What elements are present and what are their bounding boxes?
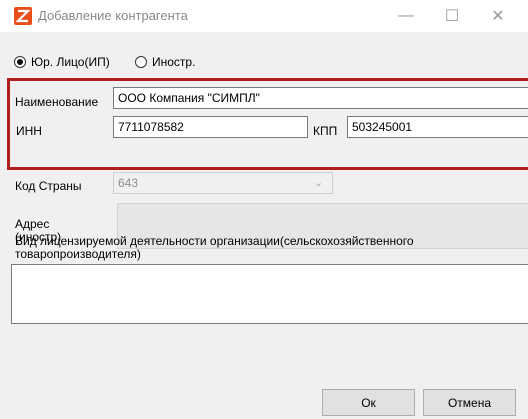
- name-label: Наименование: [15, 95, 99, 109]
- window-title: Добавление контрагента: [38, 8, 188, 23]
- app-logo-icon: [14, 7, 32, 25]
- minimize-button[interactable]: —: [383, 0, 429, 32]
- license-activity-input[interactable]: [11, 264, 528, 324]
- radio-foreign-label[interactable]: Иностр.: [152, 55, 195, 69]
- cancel-button[interactable]: Отмена: [423, 389, 516, 416]
- radio-legal-entity-label[interactable]: Юр. Лицо(ИП): [31, 55, 110, 69]
- chevron-down-icon: ⌄: [314, 177, 324, 189]
- radio-legal-entity[interactable]: [14, 56, 26, 68]
- maximize-button[interactable]: ☐: [429, 0, 475, 32]
- inn-label: ИНН: [16, 124, 42, 138]
- license-activity-label: Вид лицензируемой деятельности организац…: [15, 234, 414, 261]
- close-button[interactable]: ✕: [475, 0, 521, 32]
- radio-foreign[interactable]: [135, 56, 147, 68]
- kpp-input[interactable]: 503245001: [347, 116, 528, 138]
- ok-button[interactable]: Ок: [322, 389, 415, 416]
- name-input[interactable]: ООО Компания "СИМПЛ": [113, 87, 528, 109]
- country-code-label: Код Страны: [15, 179, 82, 193]
- country-code-select[interactable]: 643: [113, 172, 333, 194]
- kpp-label: КПП: [313, 124, 338, 138]
- inn-input[interactable]: 7711078582: [113, 116, 308, 138]
